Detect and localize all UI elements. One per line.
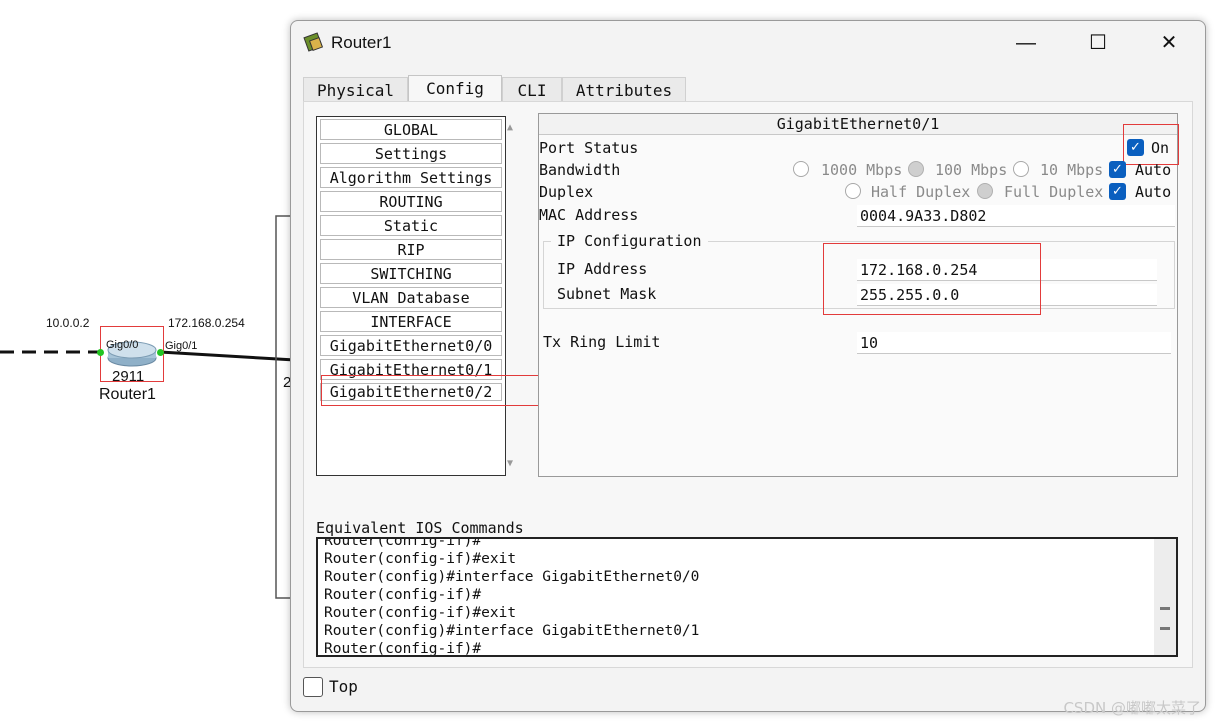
tab-attributes[interactable]: Attributes (562, 77, 686, 103)
list-scroll-up-icon[interactable]: ▲ (502, 122, 518, 134)
bw-100-label: 100 Mbps (935, 161, 1008, 179)
sidebar-item-routing[interactable]: ROUTING (320, 191, 502, 212)
watermark: CSDN @嘟嘟太菜了 (1063, 699, 1201, 717)
router-model-label: 2911 (112, 368, 145, 385)
selected-interface-highlight (321, 375, 567, 406)
half-duplex-radio[interactable] (845, 183, 861, 199)
title-bar[interactable]: Router1 — ☐ ✕ (291, 21, 1205, 65)
mac-address-field[interactable]: 0004.9A33.D802 (857, 205, 1175, 227)
console-line: Router(config-if)# (324, 587, 482, 603)
tab-config[interactable]: Config (408, 75, 502, 103)
console-line: Router(config)#interface GigabitEthernet… (324, 569, 700, 585)
port-status-highlight (1123, 124, 1179, 165)
scroll-thumb[interactable] (1160, 607, 1170, 610)
bw-100-radio[interactable] (908, 161, 924, 177)
sidebar-item-vlan-database[interactable]: VLAN Database (320, 287, 502, 308)
console-line: Router(config-if)#exit (324, 551, 517, 567)
tx-ring-limit-label: Tx Ring Limit (543, 333, 661, 351)
console-line: Router(config)#interface GigabitEthernet… (324, 623, 700, 639)
bw-10-radio[interactable] (1013, 161, 1029, 177)
sidebar-item-interface[interactable]: INTERFACE (320, 311, 502, 332)
sidebar-item-algorithm-settings[interactable]: Algorithm Settings (320, 167, 502, 188)
console-line: Router(config-if)#exit (324, 605, 517, 621)
router-name-label: Router1 (99, 386, 156, 403)
sidebar-item-global[interactable]: GLOBAL (320, 119, 502, 140)
right-ip-label: 172.168.0.254 (168, 316, 245, 330)
ip-config-group-label: IP Configuration (551, 232, 708, 250)
bw-1000-radio[interactable] (793, 161, 809, 177)
interface-title: GigabitEthernet0/1 (539, 114, 1177, 135)
mac-address-label: MAC Address (539, 206, 639, 224)
interface-settings-panel: GigabitEthernet0/1 Port Status ✓ On Band… (538, 113, 1179, 477)
bw-10-label: 10 Mbps (1040, 161, 1104, 179)
tx-ring-limit-field[interactable]: 10 (857, 332, 1171, 354)
full-duplex-radio[interactable] (977, 183, 993, 199)
port-left-dot (97, 349, 104, 356)
sidebar-item-switching[interactable]: SWITCHING (320, 263, 502, 284)
port-right-dot (157, 349, 164, 356)
left-ip-label: 10.0.0.2 (46, 316, 90, 330)
top-checkbox-label: Top (329, 677, 358, 696)
scroll-thumb[interactable] (1160, 627, 1170, 630)
console-line: Router(config-if)# (324, 641, 482, 657)
config-sidebar-list: GLOBAL Settings Algorithm Settings ROUTI… (316, 116, 506, 476)
ip-config-highlight (823, 243, 1041, 315)
bandwidth-label: Bandwidth (539, 161, 621, 179)
list-scroll-down-icon[interactable]: ▼ (502, 458, 518, 470)
sidebar-item-settings[interactable]: Settings (320, 143, 502, 164)
top-checkbox[interactable] (303, 677, 323, 697)
solid-link (159, 350, 296, 362)
console-line: Router(config-if)# (324, 537, 482, 549)
maximize-button[interactable]: ☐ (1078, 31, 1118, 55)
console-label: Equivalent IOS Commands (316, 519, 524, 537)
full-duplex-label: Full Duplex (1004, 183, 1104, 201)
ip-address-label: IP Address (557, 260, 648, 278)
window-title: Router1 (331, 33, 392, 52)
tab-physical[interactable]: Physical (303, 77, 408, 103)
ios-commands-console[interactable]: Router(config-if)# Router(config-if)#exi… (316, 537, 1178, 657)
sidebar-item-gig0-0[interactable]: GigabitEthernet0/0 (320, 335, 502, 356)
console-scrollbar[interactable] (1154, 539, 1176, 655)
minimize-button[interactable]: — (1006, 31, 1046, 55)
duplex-auto-label: Auto (1135, 183, 1172, 201)
router-app-icon (303, 32, 324, 52)
half-duplex-label: Half Duplex (871, 183, 971, 201)
duplex-auto-checkbox[interactable]: ✓ (1109, 183, 1126, 200)
close-button[interactable]: ✕ (1149, 31, 1189, 55)
port-status-label: Port Status (539, 139, 639, 157)
sidebar-item-static[interactable]: Static (320, 215, 502, 236)
bw-auto-label: Auto (1135, 161, 1172, 179)
port-left-label: Gig0/0 (106, 339, 139, 351)
tab-cli[interactable]: CLI (502, 77, 562, 103)
config-content: GLOBAL Settings Algorithm Settings ROUTI… (303, 101, 1193, 668)
subnet-mask-label: Subnet Mask (557, 285, 657, 303)
topology-canvas: 10.0.0.2 172.168.0.254 Gig0/0 Gig0/1 291… (0, 0, 296, 726)
bw-1000-label: 1000 Mbps (821, 161, 903, 179)
port-right-label: Gig0/1 (165, 340, 198, 352)
sidebar-item-rip[interactable]: RIP (320, 239, 502, 260)
router-config-window: Router1 — ☐ ✕ Physical Config CLI Attrib… (290, 20, 1206, 712)
bw-auto-checkbox[interactable]: ✓ (1109, 161, 1126, 178)
duplex-label: Duplex (539, 183, 594, 201)
